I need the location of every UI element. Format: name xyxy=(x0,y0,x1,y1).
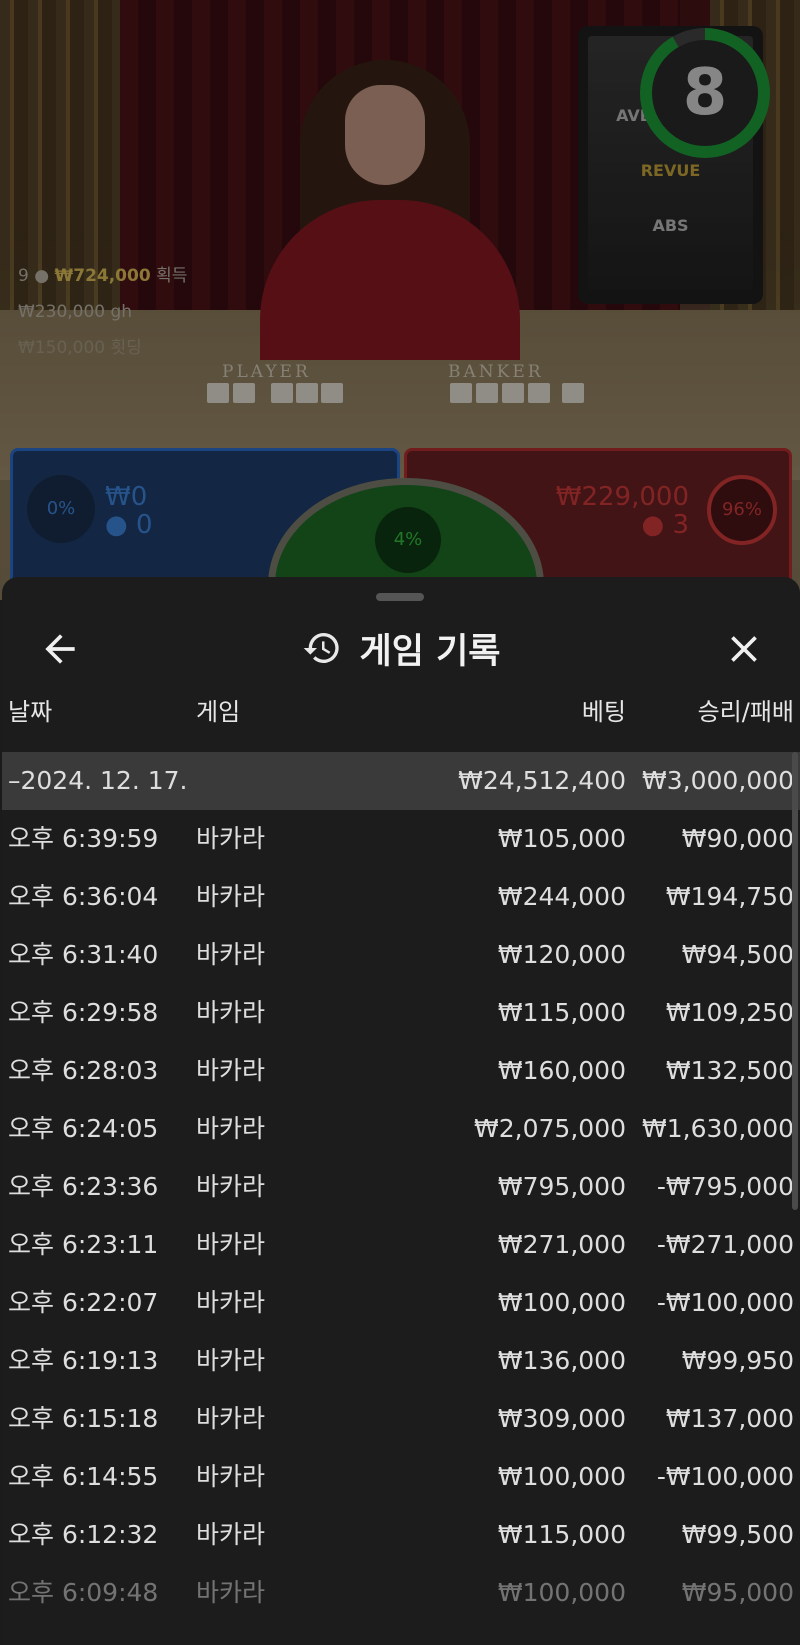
column-header-result: 승리/패배 xyxy=(697,698,794,726)
live-video-scene: 9 ● ₩724,000 획득 ₩230,000 gh ₩150,000 횟딩 … xyxy=(0,0,800,600)
column-header-bet: 베팅 xyxy=(581,698,626,726)
arrow-left-icon xyxy=(45,634,75,664)
sheet-title: 게임 기록 xyxy=(359,631,501,672)
close-icon xyxy=(731,636,757,662)
table-row[interactable]: 오후 6:22:07 바카라 ₩100,000 -₩100,000 xyxy=(2,1274,800,1332)
close-button[interactable] xyxy=(722,627,766,671)
table-row[interactable]: 오후 6:12:32 바카라 ₩115,000 ₩99,500 xyxy=(2,1506,800,1564)
game-history-sheet: 게임 기록 날짜 게임 베팅 승리/패배 –2024. 12. 17. ₩24,… xyxy=(2,577,800,1645)
table-row[interactable]: 오후 6:23:36 바카라 ₩795,000 -₩795,000 xyxy=(2,1158,800,1216)
back-button[interactable] xyxy=(38,627,82,671)
table-row[interactable]: 오후 6:23:11 바카라 ₩271,000 -₩271,000 xyxy=(2,1216,800,1274)
column-header-game: 게임 xyxy=(196,698,241,726)
table-row[interactable]: 오후 6:09:48 바카라 ₩100,000 ₩95,000 xyxy=(2,1564,800,1622)
table-row[interactable]: 오후 6:19:13 바카라 ₩136,000 ₩99,950 xyxy=(2,1332,800,1390)
history-table: –2024. 12. 17. ₩24,512,400 ₩3,000,000 오후… xyxy=(2,752,800,1622)
history-icon xyxy=(303,633,339,663)
table-row[interactable]: 오후 6:14:55 바카라 ₩100,000 -₩100,000 xyxy=(2,1448,800,1506)
table-row[interactable]: 오후 6:31:40 바카라 ₩120,000 ₩94,500 xyxy=(2,926,800,984)
table-row[interactable]: 오후 6:24:05 바카라 ₩2,075,000 ₩1,630,000 xyxy=(2,1100,800,1158)
table-row[interactable]: 오후 6:28:03 바카라 ₩160,000 ₩132,500 xyxy=(2,1042,800,1100)
table-row[interactable]: 오후 6:39:59 바카라 ₩105,000 ₩90,000 xyxy=(2,810,800,868)
table-row[interactable]: 오후 6:15:18 바카라 ₩309,000 ₩137,000 xyxy=(2,1390,800,1448)
table-row[interactable]: 오후 6:29:58 바카라 ₩115,000 ₩109,250 xyxy=(2,984,800,1042)
column-header-date: 날짜 xyxy=(8,698,53,726)
date-group-row[interactable]: –2024. 12. 17. ₩24,512,400 ₩3,000,000 xyxy=(2,752,800,810)
table-row[interactable]: 오후 6:36:04 바카라 ₩244,000 ₩194,750 xyxy=(2,868,800,926)
drag-handle[interactable] xyxy=(376,593,424,601)
dim-overlay xyxy=(0,0,800,600)
sheet-header: 게임 기록 xyxy=(2,613,800,683)
scrollbar[interactable] xyxy=(792,752,798,1210)
